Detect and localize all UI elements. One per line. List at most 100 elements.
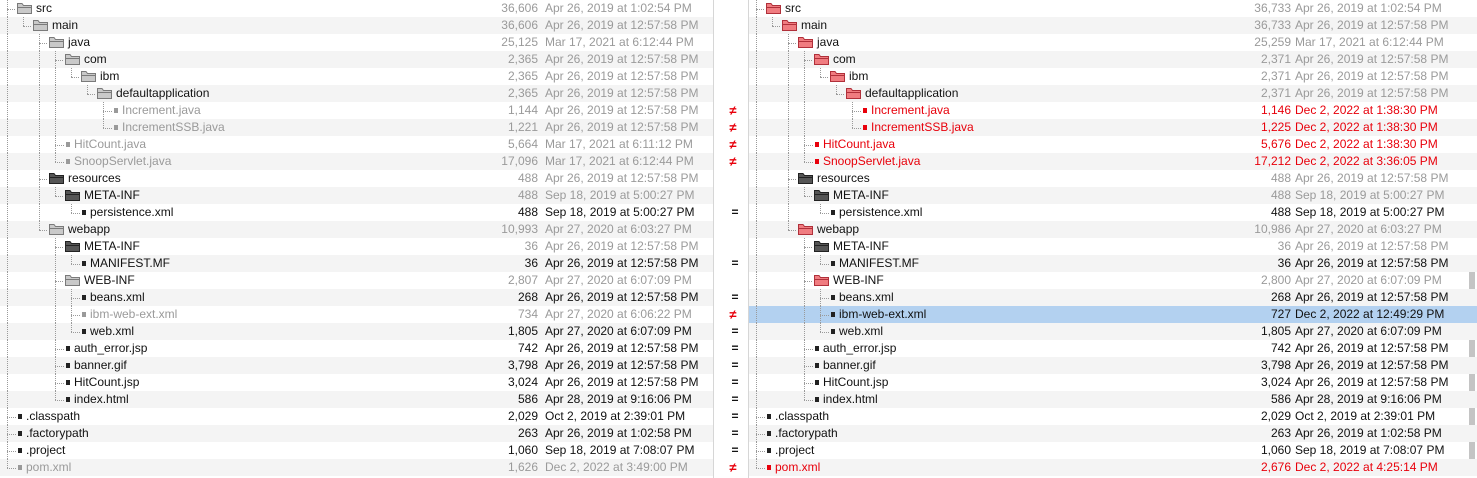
item-date: Apr 27, 2020 at 6:06:22 PM [545, 307, 692, 321]
right-row[interactable]: java 25,259 Mar 17, 2021 at 6:12:44 PM [749, 34, 1477, 51]
equal-icon[interactable]: = [718, 340, 748, 357]
left-row[interactable]: HitCount.jsp 3,024 Apr 26, 2019 at 12:57:5… [0, 374, 713, 391]
right-row[interactable]: src 36,733 Apr 26, 2019 at 1:02:54 PM [749, 0, 1477, 17]
item-size: 488 [1270, 188, 1291, 202]
tree-guide-line [71, 298, 80, 299]
left-row[interactable]: WEB-INF 2,807 Apr 27, 2020 at 6:07:09 PM [0, 272, 713, 289]
right-row[interactable]: .project 1,060 Sep 18, 2019 at 7:08:07 PM [749, 442, 1477, 459]
item-name: webapp [49, 221, 110, 238]
right-row[interactable]: web.xml 1,805 Apr 27, 2020 at 6:07:09 PM [749, 323, 1477, 340]
right-row[interactable]: index.html 586 Apr 28, 2019 at 9:16:06 PM [749, 391, 1477, 408]
right-row[interactable]: .factorypath 263 Apr 26, 2019 at 1:02:58 P… [749, 425, 1477, 442]
left-row[interactable]: ibm 2,365 Apr 26, 2019 at 12:57:58 PM [0, 68, 713, 85]
item-date: Sep 18, 2019 at 7:08:07 PM [545, 443, 695, 457]
right-row[interactable]: MANIFEST.MF 36 Apr 26, 2019 at 12:57:58 PM [749, 255, 1477, 272]
left-row[interactable]: resources 488 Apr 26, 2019 at 12:57:58 PM [0, 170, 713, 187]
right-row[interactable]: banner.gif 3,798 Apr 26, 2019 at 12:57:58 … [749, 357, 1477, 374]
tree-guide-line [7, 85, 8, 102]
left-row[interactable]: beans.xml 268 Apr 26, 2019 at 12:57:58 PM [0, 289, 713, 306]
right-row[interactable]: .classpath 2,029 Oct 2, 2019 at 2:39:01 PM [749, 408, 1477, 425]
item-name: index.html [66, 391, 129, 408]
right-row[interactable]: HitCount.java 5,676 Dec 2, 2022 at 1:38:30… [749, 136, 1477, 153]
right-row[interactable]: webapp 10,986 Apr 27, 2020 at 6:03:27 PM [749, 221, 1477, 238]
left-row[interactable]: persistence.xml 488 Sep 18, 2019 at 5:00:2… [0, 204, 713, 221]
file-icon [66, 380, 70, 385]
not-equal-icon[interactable]: ≠ [716, 153, 748, 170]
left-row[interactable]: .factorypath 263 Apr 26, 2019 at 1:02:58 P… [0, 425, 713, 442]
left-row[interactable]: index.html 586 Apr 28, 2019 at 9:16:06 PM [0, 391, 713, 408]
right-row[interactable]: IncrementSSB.java 1,225 Dec 2, 2022 at 1:3… [749, 119, 1477, 136]
left-row[interactable]: .classpath 2,029 Oct 2, 2019 at 2:39:01 PM [0, 408, 713, 425]
left-row[interactable]: auth_error.jsp 742 Apr 26, 2019 at 12:57:5… [0, 340, 713, 357]
equal-icon[interactable]: = [718, 425, 748, 442]
not-equal-icon[interactable]: ≠ [716, 306, 748, 323]
equal-icon[interactable]: = [718, 374, 748, 391]
left-row[interactable]: HitCount.java 5,664 Mar 17, 2021 at 6:11:1… [0, 136, 713, 153]
tree-guide-line [55, 323, 56, 340]
not-equal-icon[interactable]: ≠ [716, 119, 748, 136]
left-row[interactable]: java 25,125 Mar 17, 2021 at 6:12:44 PM [0, 34, 713, 51]
tree-guide-line [772, 17, 773, 26]
tree-guide-line [756, 187, 757, 204]
left-folder-pane[interactable]: src 36,606 Apr 26, 2019 at 1:02:54 PM main 3… [0, 0, 713, 478]
item-size: 727 [1270, 307, 1291, 321]
left-row[interactable]: webapp 10,993 Apr 27, 2020 at 6:03:27 PM [0, 221, 713, 238]
left-row[interactable]: src 36,606 Apr 26, 2019 at 1:02:54 PM [0, 0, 713, 17]
tree-guide-line [804, 153, 805, 162]
item-size: 263 [1270, 426, 1291, 440]
item-size: 3,798 [507, 358, 538, 372]
right-row[interactable]: META-INF 488 Sep 18, 2019 at 5:00:27 PM [749, 187, 1477, 204]
right-row[interactable]: ibm 2,371 Apr 26, 2019 at 12:57:58 PM [749, 68, 1477, 85]
item-label: META-INF [84, 239, 140, 253]
left-row[interactable]: .project 1,060 Sep 18, 2019 at 7:08:07 PM [0, 442, 713, 459]
item-size: 488 [517, 205, 538, 219]
right-row[interactable]: persistence.xml 488 Sep 18, 2019 at 5:00:2… [749, 204, 1477, 221]
right-row[interactable]: resources 488 Apr 26, 2019 at 12:57:58 PM [749, 170, 1477, 187]
left-row[interactable]: main 36,606 Apr 26, 2019 at 12:57:58 PM [0, 17, 713, 34]
item-label: .project [775, 443, 815, 457]
left-row[interactable]: defaultapplication 2,365 Apr 26, 2019 at 1… [0, 85, 713, 102]
not-equal-icon[interactable]: ≠ [716, 102, 748, 119]
equal-icon[interactable]: = [718, 442, 748, 459]
equal-icon[interactable]: = [718, 357, 748, 374]
left-row[interactable]: pom.xml 1,626 Dec 2, 2022 at 3:49:00 PM [0, 459, 713, 476]
folder-icon [830, 71, 845, 82]
right-row[interactable]: Increment.java 1,146 Dec 2, 2022 at 1:38:3… [749, 102, 1477, 119]
left-row[interactable]: ibm-web-ext.xml 734 Apr 27, 2020 at 6:06:2… [0, 306, 713, 323]
item-name: src [766, 0, 801, 17]
right-row[interactable]: ibm-web-ext.xml 727 Dec 2, 2022 at 12:49:2… [749, 306, 1477, 323]
left-row[interactable]: banner.gif 3,798 Apr 26, 2019 at 12:57:58 … [0, 357, 713, 374]
right-row[interactable]: main 36,733 Apr 26, 2019 at 12:57:58 PM [749, 17, 1477, 34]
left-row[interactable]: web.xml 1,805 Apr 27, 2020 at 6:07:09 PM [0, 323, 713, 340]
equal-icon[interactable]: = [718, 408, 748, 425]
equal-icon[interactable]: = [718, 323, 748, 340]
right-row[interactable]: META-INF 36 Apr 26, 2019 at 12:57:58 PM [749, 238, 1477, 255]
item-date: Apr 26, 2019 at 12:57:58 PM [545, 290, 699, 304]
equal-icon[interactable]: = [718, 204, 748, 221]
left-row[interactable]: com 2,365 Apr 26, 2019 at 12:57:58 PM [0, 51, 713, 68]
left-row[interactable]: IncrementSSB.java 1,221 Apr 26, 2019 at 12… [0, 119, 713, 136]
not-equal-icon[interactable]: ≠ [716, 136, 748, 153]
item-name: .factorypath [18, 425, 89, 442]
equal-icon[interactable]: = [718, 289, 748, 306]
equal-icon[interactable]: = [718, 255, 748, 272]
left-row[interactable]: META-INF 36 Apr 26, 2019 at 12:57:58 PM [0, 238, 713, 255]
right-row[interactable]: beans.xml 268 Apr 26, 2019 at 12:57:58 PM [749, 289, 1477, 306]
right-row[interactable]: com 2,371 Apr 26, 2019 at 12:57:58 PM [749, 51, 1477, 68]
right-folder-pane[interactable]: src 36,733 Apr 26, 2019 at 1:02:54 PM main 3… [749, 0, 1477, 478]
right-row[interactable]: SnoopServlet.java 17,212 Dec 2, 2022 at 3:… [749, 153, 1477, 170]
tree-guide-line [820, 332, 829, 333]
right-row[interactable]: defaultapplication 2,371 Apr 26, 2019 at 1… [749, 85, 1477, 102]
left-row[interactable]: SnoopServlet.java 17,096 Mar 17, 2021 at 6… [0, 153, 713, 170]
item-label: auth_error.jsp [74, 341, 148, 355]
left-row[interactable]: META-INF 488 Sep 18, 2019 at 5:00:27 PM [0, 187, 713, 204]
item-size: 36 [1277, 239, 1291, 253]
equal-icon[interactable]: = [718, 391, 748, 408]
left-row[interactable]: MANIFEST.MF 36 Apr 26, 2019 at 12:57:58 PM [0, 255, 713, 272]
right-row[interactable]: auth_error.jsp 742 Apr 26, 2019 at 12:57:5… [749, 340, 1477, 357]
right-row[interactable]: pom.xml 2,676 Dec 2, 2022 at 4:25:14 PM [749, 459, 1477, 476]
right-row[interactable]: WEB-INF 2,800 Apr 27, 2020 at 6:07:09 PM [749, 272, 1477, 289]
not-equal-icon[interactable]: ≠ [716, 459, 748, 476]
right-row[interactable]: HitCount.jsp 3,024 Apr 26, 2019 at 12:57:5… [749, 374, 1477, 391]
left-row[interactable]: Increment.java 1,144 Apr 26, 2019 at 12:57… [0, 102, 713, 119]
